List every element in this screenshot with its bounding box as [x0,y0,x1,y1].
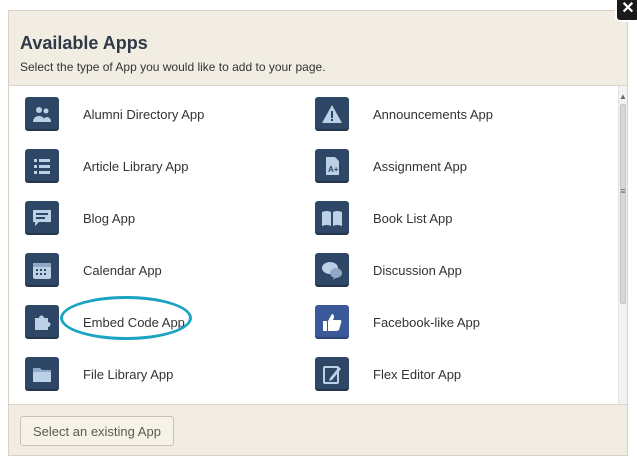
dialog-header: Available Apps Select the type of App yo… [9,11,627,86]
app-item-assignment[interactable]: A+ Assignment App [315,146,467,186]
puzzle-piece-icon [25,305,59,339]
app-label: Announcements App [373,106,493,122]
scroll-grip-icon: ≡ [620,186,626,196]
app-item-calendar[interactable]: Calendar App [25,250,162,290]
app-label: Calendar App [83,262,162,278]
app-label: Assignment App [373,158,467,174]
app-item-alumni-directory[interactable]: Alumni Directory App [25,94,204,134]
app-item-article-library[interactable]: Article Library App [25,146,189,186]
dialog-title: Available Apps [20,33,148,53]
app-item-discussion[interactable]: Discussion App [315,250,462,290]
thumbs-up-icon [315,305,349,339]
app-item-file-library[interactable]: File Library App [25,354,173,394]
app-item-blog[interactable]: Blog App [25,198,135,238]
app-item-flex-editor[interactable]: Flex Editor App [315,354,461,394]
folder-icon [25,357,59,391]
edit-pencil-icon [315,357,349,391]
app-item-announcements[interactable]: Announcements App [315,94,493,134]
open-book-icon [315,201,349,235]
available-apps-dialog: Available Apps Select the type of App yo… [8,10,628,456]
close-icon[interactable]: ✕ [617,0,637,20]
app-label: File Library App [83,366,174,382]
dialog-subtitle: Select the type of App you would like to… [20,60,326,74]
app-item-book-list[interactable]: Book List App [315,198,453,238]
discussion-bubbles-icon [315,253,349,287]
app-label: Article Library App [83,158,189,174]
app-label: Facebook-like App [373,314,480,330]
list-icon [25,149,59,183]
svg-text:A+: A+ [328,165,339,174]
highlight-ring [60,296,192,340]
scroll-up-arrow-icon[interactable]: ▲ [619,92,627,101]
dialog-footer: Select an existing App [9,404,627,455]
speech-bubble-icon [25,201,59,235]
warning-triangle-icon [315,97,349,131]
apps-list-scrollbar[interactable]: ▲ ≡ [618,86,627,406]
app-label: Book List App [373,210,453,226]
app-label: Alumni Directory App [83,106,205,122]
app-label: Flex Editor App [373,366,462,382]
app-label: Discussion App [373,262,462,278]
select-existing-app-button[interactable]: Select an existing App [20,416,174,446]
app-item-facebook-like[interactable]: Facebook-like App [315,302,480,342]
apps-list: Alumni Directory App Announcements App A… [9,86,621,406]
calendar-icon [25,253,59,287]
scroll-thumb[interactable] [620,104,626,304]
people-icon [25,97,59,131]
app-label: Blog App [83,210,136,226]
grade-document-icon: A+ [315,149,349,183]
